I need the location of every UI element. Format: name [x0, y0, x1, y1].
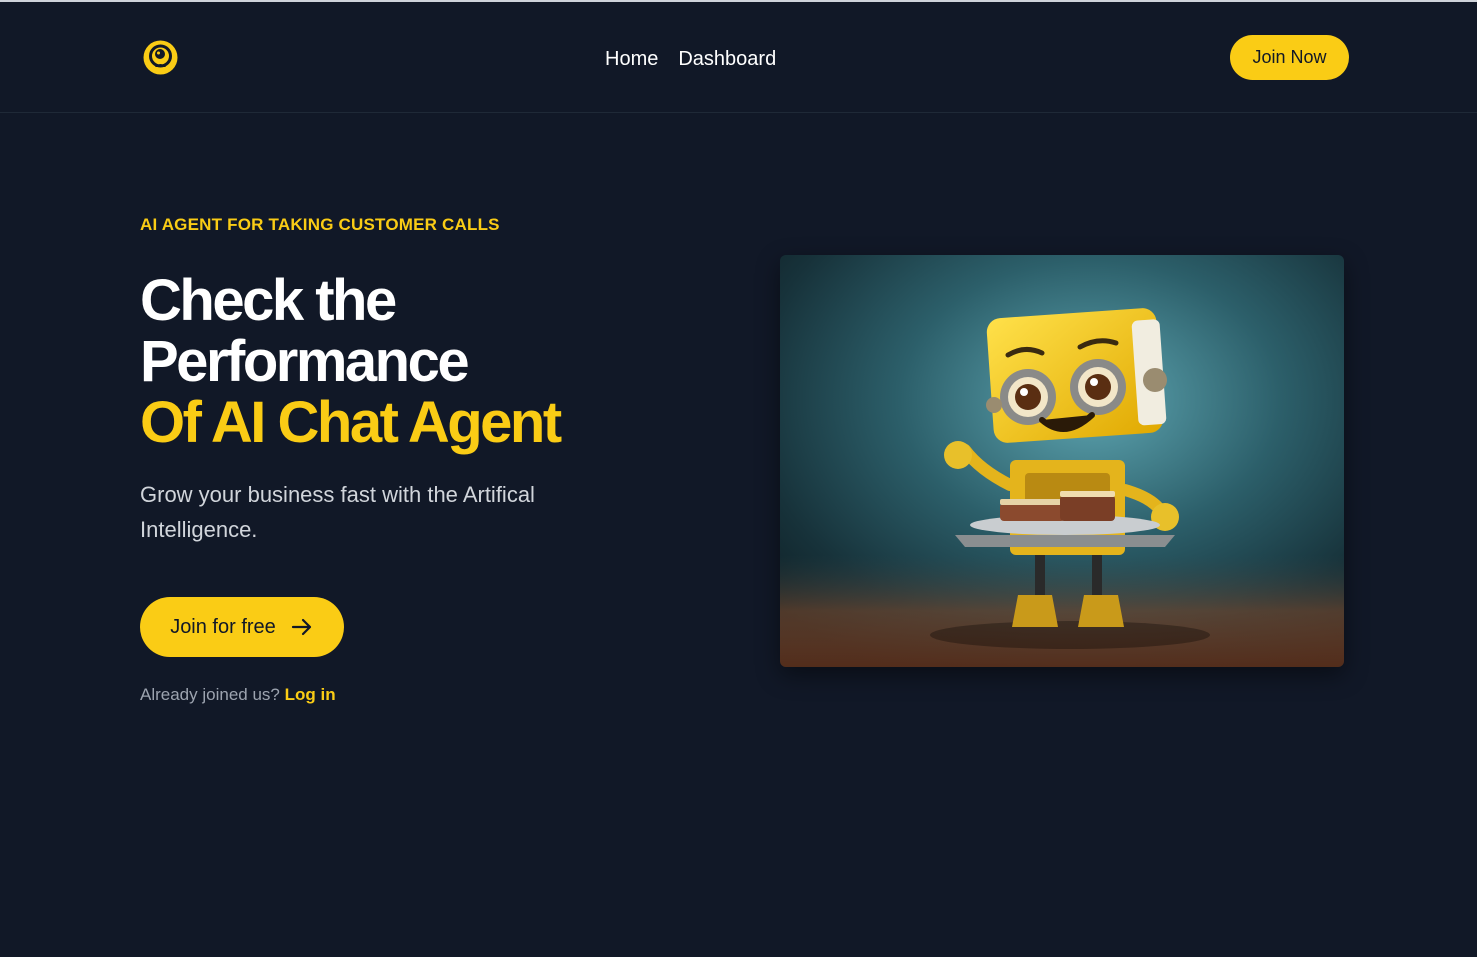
join-now-button[interactable]: Join Now	[1230, 35, 1349, 80]
site-header: Home Dashboard Join Now	[0, 2, 1477, 113]
robot-illustration	[780, 255, 1344, 667]
nav-link-dashboard[interactable]: Dashboard	[678, 46, 776, 72]
hero-title-line-3: Of AI Chat Agent	[140, 390, 562, 455]
hero-title-line-1: Check the	[140, 268, 397, 333]
hero-robot-image	[780, 255, 1344, 667]
robot-head-logo-icon	[143, 40, 178, 75]
hero-subtitle: Grow your business fast with the Artific…	[140, 482, 535, 542]
arrow-right-icon	[291, 618, 311, 636]
join-for-free-label: Join for free	[170, 615, 276, 638]
site-logo[interactable]	[143, 40, 178, 75]
login-link[interactable]: Log in	[285, 685, 336, 704]
login-prompt-text: Already joined us?	[140, 685, 280, 704]
hero-title: Check the Performance Of AI Chat Agent	[140, 268, 562, 455]
hero-title-line-2: Performance	[140, 329, 470, 394]
join-for-free-button[interactable]: Join for free	[140, 597, 344, 657]
nav-link-home[interactable]: Home	[605, 46, 658, 72]
hero-eyebrow: AI AGENT FOR TAKING CUSTOMER CALLS	[140, 215, 500, 234]
main-nav: Home Dashboard	[605, 46, 776, 72]
login-prompt: Already joined us? Log in	[140, 685, 336, 705]
